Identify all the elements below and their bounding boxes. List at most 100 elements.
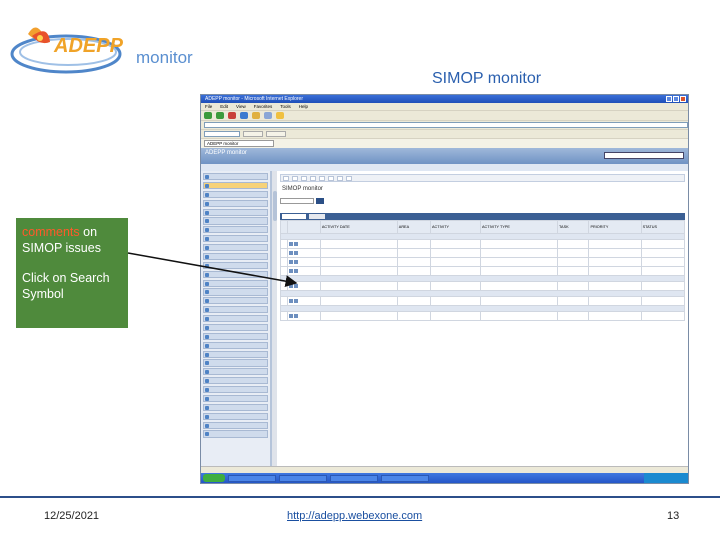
sidebar-item[interactable] bbox=[203, 270, 268, 278]
menu-file[interactable]: File bbox=[205, 103, 212, 110]
home-icon[interactable] bbox=[252, 112, 260, 119]
taskbar-button[interactable] bbox=[228, 474, 276, 482]
sidebar-item[interactable] bbox=[203, 359, 268, 367]
toolbar-button[interactable] bbox=[283, 175, 289, 181]
delete-button[interactable] bbox=[309, 214, 325, 219]
toolbar-button[interactable] bbox=[301, 175, 307, 181]
sidebar-item[interactable] bbox=[203, 332, 268, 340]
back-icon[interactable] bbox=[204, 112, 212, 119]
sidebar-item[interactable] bbox=[203, 306, 268, 314]
sidebar-item[interactable] bbox=[203, 341, 268, 349]
edit-icon[interactable] bbox=[294, 298, 299, 303]
maximize-icon[interactable] bbox=[673, 96, 679, 102]
scrollbar-thumb[interactable] bbox=[272, 191, 277, 221]
menu-favorites[interactable]: Favorites bbox=[254, 103, 273, 110]
table-cell bbox=[556, 257, 590, 267]
minimize-icon[interactable] bbox=[666, 96, 672, 102]
table-row[interactable] bbox=[279, 311, 686, 321]
sidebar-item[interactable] bbox=[203, 252, 268, 261]
stop-icon[interactable] bbox=[228, 112, 236, 119]
row-checkbox[interactable] bbox=[279, 281, 289, 291]
toolbar-button[interactable] bbox=[337, 175, 343, 181]
sidebar-item[interactable] bbox=[203, 235, 268, 243]
edit-icon[interactable] bbox=[294, 250, 299, 255]
sidebar-item[interactable] bbox=[203, 288, 268, 296]
table-row[interactable] bbox=[279, 257, 686, 267]
taskbar-button[interactable] bbox=[330, 474, 378, 482]
row-checkbox[interactable] bbox=[279, 239, 289, 249]
sidebar-item[interactable] bbox=[203, 368, 268, 376]
search-icon[interactable] bbox=[289, 298, 294, 303]
edit-icon[interactable] bbox=[294, 283, 299, 288]
menu-view[interactable]: View bbox=[236, 103, 246, 110]
table-row[interactable] bbox=[279, 266, 686, 276]
sidebar-item[interactable] bbox=[203, 403, 268, 411]
sidebar-item[interactable] bbox=[203, 377, 268, 385]
sidebar-item[interactable] bbox=[203, 261, 268, 269]
filter-go-button[interactable] bbox=[316, 198, 324, 204]
toolbar-extra-button[interactable] bbox=[266, 131, 286, 137]
address-field[interactable] bbox=[204, 122, 688, 128]
view-select[interactable] bbox=[282, 214, 306, 219]
edit-icon[interactable] bbox=[294, 241, 299, 246]
toolbar-button[interactable] bbox=[319, 175, 325, 181]
edit-icon[interactable] bbox=[294, 268, 299, 273]
toolbar-button[interactable] bbox=[328, 175, 334, 181]
toolbar-search-button[interactable] bbox=[243, 131, 263, 137]
taskbar-button[interactable] bbox=[279, 474, 327, 482]
browser-tab[interactable]: ADEPP monitor bbox=[204, 140, 274, 147]
sidebar-item[interactable] bbox=[203, 315, 268, 323]
table-row[interactable] bbox=[279, 239, 686, 249]
toolbar-search-input[interactable] bbox=[204, 131, 240, 137]
sidebar-item[interactable] bbox=[203, 217, 268, 225]
sidebar-item[interactable] bbox=[203, 244, 268, 252]
sidebar-item[interactable] bbox=[203, 208, 268, 216]
footer-url[interactable]: http://adepp.webexone.com bbox=[287, 510, 422, 522]
search-icon[interactable] bbox=[289, 268, 294, 273]
sidebar-item[interactable] bbox=[203, 421, 268, 429]
sidebar-item[interactable] bbox=[203, 226, 268, 234]
search-icon[interactable] bbox=[289, 241, 294, 246]
table-row[interactable] bbox=[279, 281, 686, 291]
sidebar-item[interactable] bbox=[203, 323, 268, 332]
table-row[interactable] bbox=[279, 248, 686, 258]
sidebar-item[interactable] bbox=[203, 190, 268, 198]
sidebar-item[interactable] bbox=[203, 386, 268, 394]
favorites-icon[interactable] bbox=[276, 112, 284, 119]
close-icon[interactable] bbox=[680, 96, 686, 102]
sidebar-item[interactable] bbox=[203, 412, 268, 420]
menu-help[interactable]: Help bbox=[299, 103, 308, 110]
start-button[interactable] bbox=[203, 474, 225, 482]
search-icon[interactable] bbox=[289, 259, 294, 264]
row-checkbox[interactable] bbox=[279, 311, 289, 321]
menu-edit[interactable]: Edit bbox=[220, 103, 228, 110]
table-row[interactable] bbox=[279, 296, 686, 306]
taskbar-button[interactable] bbox=[381, 474, 429, 482]
sidebar-item[interactable] bbox=[203, 350, 268, 358]
app-search-input[interactable] bbox=[604, 152, 684, 159]
sidebar-item-simop-monitor[interactable] bbox=[203, 181, 268, 190]
toolbar-button[interactable] bbox=[292, 175, 298, 181]
edit-icon[interactable] bbox=[294, 313, 299, 318]
refresh-icon[interactable] bbox=[240, 112, 248, 119]
sidebar-item[interactable] bbox=[203, 430, 268, 438]
filter-field[interactable] bbox=[280, 198, 314, 204]
row-checkbox[interactable] bbox=[279, 257, 289, 267]
toolbar-button[interactable] bbox=[310, 175, 316, 181]
search-icon[interactable] bbox=[289, 283, 294, 288]
menu-tools[interactable]: Tools bbox=[280, 103, 291, 110]
search-icon[interactable] bbox=[289, 250, 294, 255]
sidebar-item[interactable] bbox=[203, 279, 268, 287]
row-checkbox[interactable] bbox=[279, 296, 289, 306]
row-checkbox[interactable] bbox=[279, 266, 289, 276]
search-icon[interactable] bbox=[289, 313, 294, 318]
row-checkbox[interactable] bbox=[279, 248, 289, 258]
forward-icon[interactable] bbox=[216, 112, 224, 119]
sidebar-item[interactable] bbox=[203, 394, 268, 403]
sidebar-item[interactable] bbox=[203, 297, 268, 305]
edit-icon[interactable] bbox=[294, 259, 299, 264]
sidebar-item[interactable] bbox=[203, 199, 268, 207]
toolbar-button[interactable] bbox=[346, 175, 352, 181]
sidebar-item[interactable] bbox=[203, 173, 268, 181]
search-toolbar-icon[interactable] bbox=[264, 112, 272, 119]
